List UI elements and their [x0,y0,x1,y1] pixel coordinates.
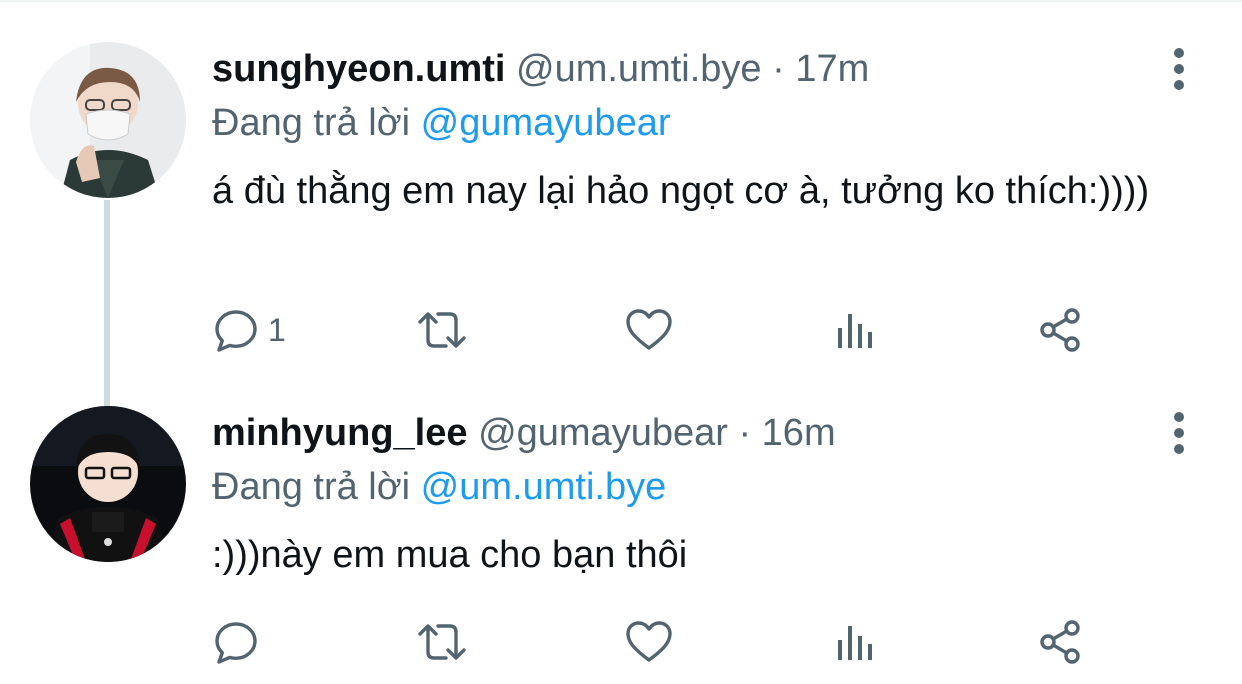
reply-mention-link[interactable]: @um.umti.bye [421,466,667,508]
avatar[interactable] [30,42,186,198]
tweet-text: :)))này em mua cho bạn thôi [212,534,688,576]
separator: · [738,412,752,454]
separator: · [772,48,785,90]
tweet-header: sunghyeon.umti @um.umti.bye · 17m [212,46,869,92]
tweet-text: á đù thằng em nay lại hảo ngọt cơ à, tưở… [212,170,1150,212]
tweet-actions: 1 [0,300,1242,360]
display-name[interactable]: minhyung_lee [212,412,468,454]
like-button[interactable] [624,300,674,360]
views-icon [838,314,872,348]
views-button[interactable] [830,300,878,360]
handle[interactable]: @um.umti.bye [516,48,762,90]
tweet[interactable]: minhyung_lee @gumayubear · 16m Đang trả … [0,380,1242,684]
timestamp[interactable]: 16m [762,412,836,454]
reply-prefix: Đang trả lời [212,466,411,508]
more-icon[interactable] [1164,410,1194,456]
tweet-actions [0,612,1242,672]
tweet-header: minhyung_lee @gumayubear · 16m [212,410,836,456]
reply-button[interactable] [212,612,268,672]
reply-prefix: Đang trả lời [212,102,411,144]
reply-icon [215,622,257,664]
like-icon [626,309,672,350]
like-button[interactable] [624,612,674,672]
avatar[interactable] [30,406,186,562]
more-icon[interactable] [1164,46,1194,92]
reply-mention-link[interactable]: @gumayubear [421,102,671,144]
tweet[interactable]: sunghyeon.umti @um.umti.bye · 17m Đang t… [0,0,1242,380]
retweet-icon [418,624,466,660]
retweet-icon [418,312,466,348]
share-button[interactable] [1036,612,1084,672]
like-icon [626,621,672,662]
views-icon [838,626,872,660]
share-button[interactable] [1036,300,1084,360]
display-name[interactable]: sunghyeon.umti [212,48,505,90]
reply-context: Đang trả lời @um.umti.bye [212,464,666,510]
reply-icon [215,310,257,352]
share-icon [1040,308,1080,352]
reply-context: Đang trả lời @gumayubear [212,100,671,146]
retweet-button[interactable] [414,612,470,672]
timestamp[interactable]: 17m [795,48,869,90]
retweet-button[interactable] [414,300,470,360]
reply-button[interactable]: 1 [212,300,286,360]
share-icon [1040,620,1080,664]
views-button[interactable] [830,612,878,672]
reply-count: 1 [268,311,286,348]
handle[interactable]: @gumayubear [478,412,728,454]
